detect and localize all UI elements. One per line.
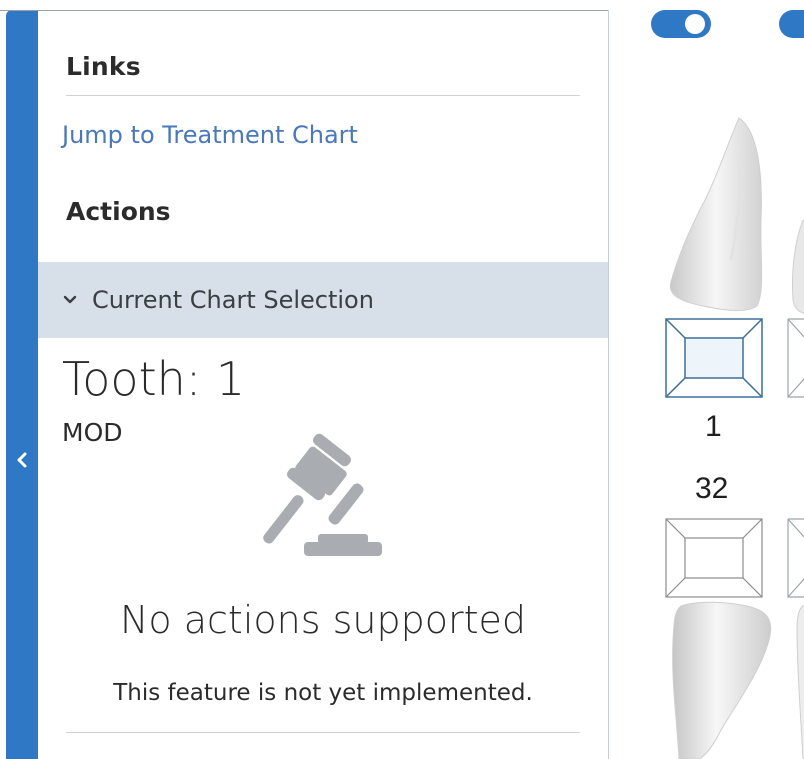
tooth-number-lower[interactable]: 32 [695, 472, 728, 506]
toggle-knob [685, 14, 705, 34]
tooth-1-surface-diagram[interactable] [665, 318, 763, 398]
bottom-divider [66, 732, 580, 733]
empty-state-title: No actions supported [120, 598, 526, 642]
empty-state-subtitle: This feature is not yet implemented. [113, 680, 533, 706]
tooth-32-image[interactable] [669, 600, 779, 759]
actions-heading: Actions [66, 197, 171, 226]
chevron-left-icon [17, 452, 27, 468]
tooth-31-surface-diagram-partial[interactable] [787, 518, 804, 598]
selected-tooth-title: Tooth: 1 [62, 352, 246, 406]
tooth-2-image-partial[interactable] [789, 220, 804, 315]
chart-toggle-switch-2[interactable] [779, 10, 804, 38]
chevron-down-icon [62, 294, 78, 306]
jump-to-treatment-chart-link[interactable]: Jump to Treatment Chart [62, 121, 358, 149]
tooth-2-surface-diagram-partial[interactable] [787, 318, 804, 398]
links-heading: Links [66, 52, 141, 81]
tooth-chart: 1 32 [609, 0, 804, 759]
current-chart-selection-toggle[interactable]: Current Chart Selection [38, 262, 608, 338]
links-divider [66, 95, 580, 96]
selected-surfaces: MOD [62, 418, 123, 447]
tooth-1-image[interactable] [661, 110, 771, 315]
collapse-sidebar-button[interactable] [6, 440, 38, 480]
chart-toggle-switch[interactable] [651, 10, 711, 38]
tooth-number-upper[interactable]: 1 [705, 410, 722, 444]
top-border [0, 10, 608, 11]
tooth-31-image-partial[interactable] [789, 600, 804, 759]
gavel-icon [263, 433, 382, 556]
tooth-32-surface-diagram[interactable] [665, 518, 763, 598]
sidebar-rail[interactable] [6, 10, 38, 759]
selection-bar-label: Current Chart Selection [92, 286, 374, 314]
